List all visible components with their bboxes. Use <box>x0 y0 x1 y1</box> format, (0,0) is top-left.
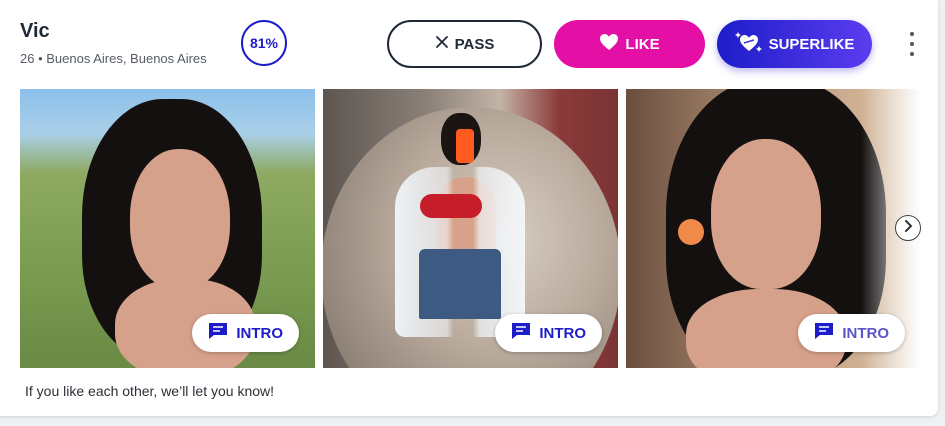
superlike-label: SUPERLIKE <box>768 35 855 53</box>
intro-label: INTRO <box>842 324 889 342</box>
intro-button[interactable]: INTRO <box>192 314 299 352</box>
profile-photo-2[interactable]: INTRO <box>323 89 618 368</box>
photo-subject-face <box>130 149 230 289</box>
pass-button[interactable]: PASS <box>387 20 542 68</box>
profile-photo-1[interactable]: INTRO <box>20 89 315 368</box>
next-photos-button[interactable] <box>895 215 921 241</box>
message-icon <box>511 322 531 344</box>
photo-phone <box>456 129 474 163</box>
intro-label: INTRO <box>236 324 283 342</box>
chevron-right-icon <box>903 219 913 237</box>
intro-label: INTRO <box>539 324 586 342</box>
more-vertical-icon[interactable] <box>904 32 920 56</box>
superlike-heart-icon <box>734 30 763 58</box>
photo-subject-face <box>711 139 821 289</box>
profile-name: Vic <box>20 20 50 42</box>
photo-subject-top <box>420 194 482 218</box>
profile-age-location: 26 • Buenos Aires, Buenos Aires <box>20 51 207 66</box>
intro-button[interactable]: INTRO <box>495 314 602 352</box>
superlike-button[interactable]: SUPERLIKE <box>717 20 872 68</box>
match-percentage-badge: 81% <box>241 20 287 66</box>
pass-label: PASS <box>454 35 495 53</box>
profile-card: Vic 26 • Buenos Aires, Buenos Aires 81% … <box>0 0 938 416</box>
like-button[interactable]: LIKE <box>554 20 705 68</box>
message-icon <box>814 322 834 344</box>
message-icon <box>208 322 228 344</box>
photo-subject-shorts <box>419 249 501 319</box>
mutual-like-note: If you like each other, we’ll let you kn… <box>25 383 275 399</box>
like-label: LIKE <box>625 35 660 53</box>
heart-icon <box>599 33 619 55</box>
intro-button[interactable]: INTRO <box>798 314 905 352</box>
close-icon <box>435 35 449 53</box>
profile-photo-3[interactable]: INTRO <box>626 89 921 368</box>
photo-flower <box>678 219 704 245</box>
